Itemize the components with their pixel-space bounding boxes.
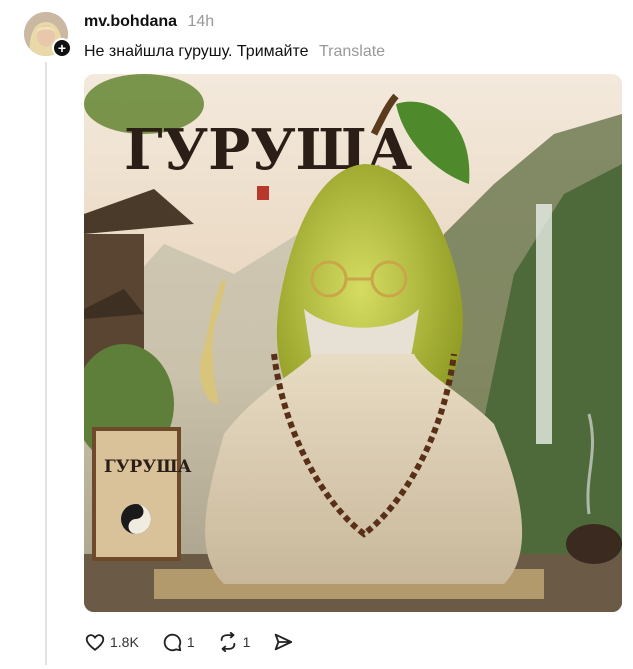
heart-icon — [85, 634, 105, 651]
like-button[interactable]: 1.8K — [84, 631, 139, 653]
post-image[interactable]: ГУРУША ГУРУША — [84, 74, 622, 612]
post-text-line: Не знайшла гурушу. Тримайте Translate — [84, 41, 385, 63]
waterfall — [536, 204, 552, 444]
post-text: Не знайшла гурушу. Тримайте — [84, 43, 309, 60]
post-time: 14h — [187, 13, 215, 30]
yin-yang-card: ГУРУША — [92, 427, 192, 561]
thread-line — [45, 62, 47, 665]
repost-button[interactable]: 1 — [217, 631, 251, 653]
post-actions: 1.8K 1 1 — [84, 628, 316, 656]
card-title-text: ГУРУША — [104, 457, 192, 477]
reply-count: 1 — [186, 634, 195, 650]
translate-link[interactable]: Translate — [319, 43, 385, 60]
username[interactable]: mv.bohdana — [84, 13, 177, 30]
post-header: mv.bohdana 14h — [84, 12, 214, 32]
send-icon — [275, 633, 293, 651]
like-count: 1.8K — [110, 634, 139, 650]
repost-icon — [220, 631, 235, 653]
share-button[interactable] — [272, 631, 294, 653]
reply-button[interactable]: 1 — [161, 631, 195, 653]
comment-icon — [163, 633, 181, 652]
repost-count: 1 — [242, 634, 251, 650]
follow-plus-icon[interactable]: + — [52, 38, 72, 58]
